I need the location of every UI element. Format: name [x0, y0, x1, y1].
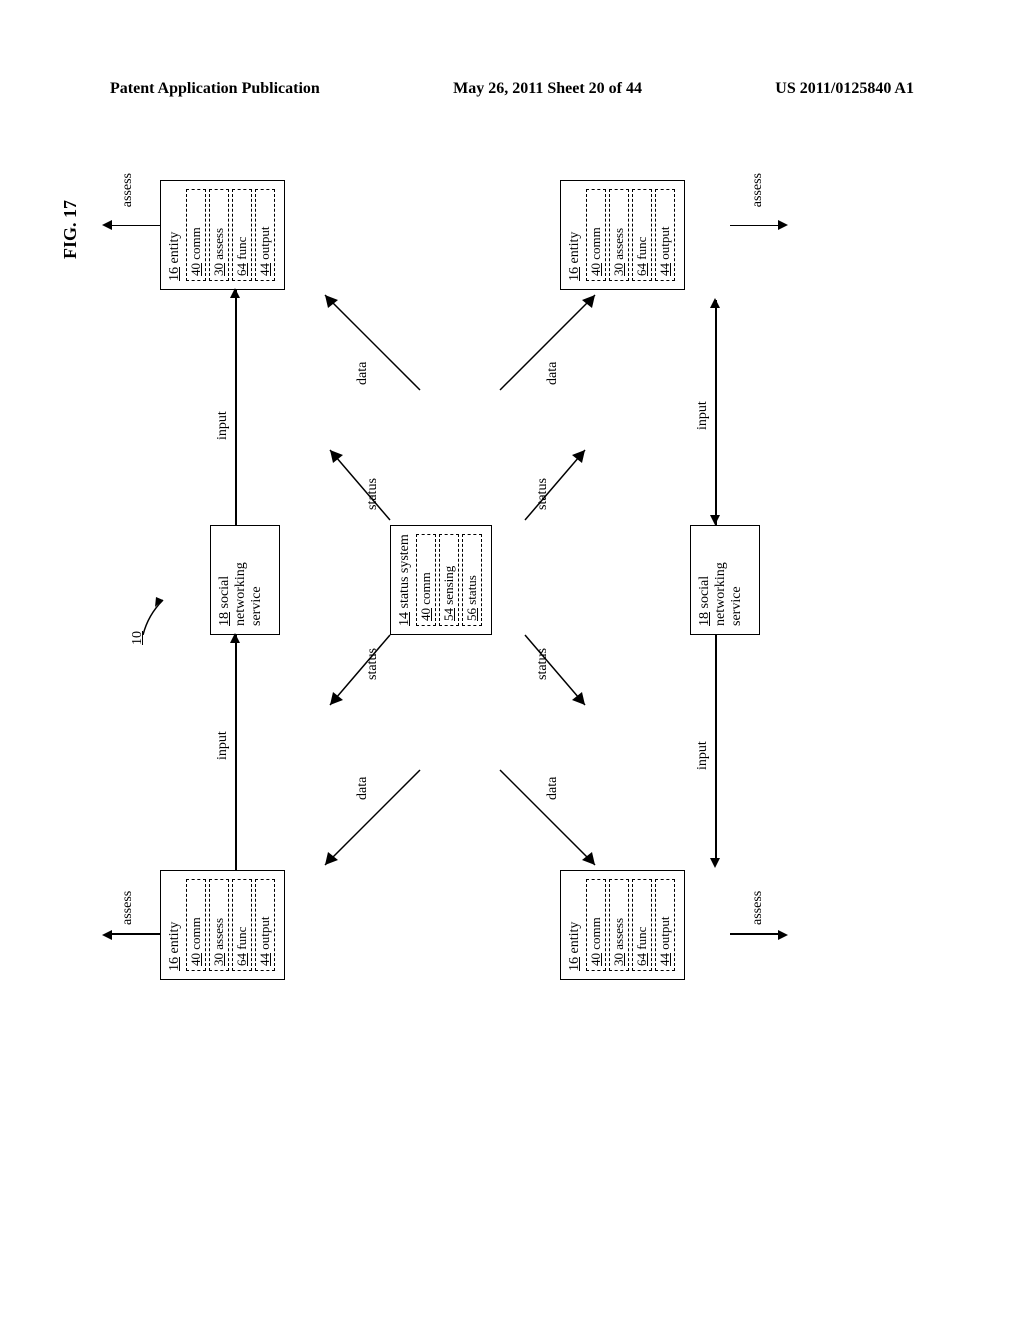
- status-arrow-ul: [315, 620, 395, 720]
- assess-label-bl: assess: [750, 891, 766, 925]
- data-arrow-tl: [310, 750, 430, 880]
- social-service-bottom: 18 social networking service: [690, 525, 760, 635]
- data-label-tl: data: [355, 777, 371, 800]
- input-label-tl: input: [215, 731, 231, 760]
- status-label-dl: status: [535, 648, 551, 680]
- entity-box-bottom-right: 16 entity 40 comm 30 assess 64 func 44 o…: [560, 180, 685, 290]
- input-label-br: input: [695, 401, 711, 430]
- assess-label-tl: assess: [120, 891, 136, 925]
- data-label-tr: data: [355, 362, 371, 385]
- status-label-ur: status: [365, 478, 381, 510]
- input-label-tr: input: [215, 411, 231, 440]
- status-arrow-dr: [520, 435, 600, 535]
- input-label-bl: input: [695, 741, 711, 770]
- data-label-br: data: [545, 362, 561, 385]
- entity-box-top-right: 16 entity 40 comm 30 assess 64 func 44 o…: [160, 180, 285, 290]
- data-arrow-br: [490, 280, 610, 410]
- header-right: US 2011/0125840 A1: [775, 80, 914, 98]
- page-header: Patent Application Publication May 26, 2…: [110, 80, 914, 98]
- status-arrow-ur: [315, 435, 395, 535]
- header-center: May 26, 2011 Sheet 20 of 44: [453, 80, 642, 98]
- social-service-top: 18 social networking service: [210, 525, 280, 635]
- figure-label: FIG. 17: [60, 200, 81, 259]
- header-left: Patent Application Publication: [110, 80, 320, 98]
- patent-diagram: FIG. 17 10 16 entity 40 comm 30 assess 6…: [90, 170, 910, 990]
- status-label-ul: status: [365, 648, 381, 680]
- assess-label-tr: assess: [120, 173, 136, 207]
- system-ref-arrow: [138, 585, 168, 635]
- status-system-box: 14 status system 40 comm 54 sensing 56 s…: [390, 525, 492, 635]
- status-arrow-dl: [520, 620, 600, 720]
- data-label-bl: data: [545, 777, 561, 800]
- entity-box-bottom-left: 16 entity 40 comm 30 assess 64 func 44 o…: [560, 870, 685, 980]
- assess-label-br: assess: [750, 173, 766, 207]
- entity-box-top-left: 16 entity 40 comm 30 assess 64 func 44 o…: [160, 870, 285, 980]
- data-arrow-tr: [310, 280, 430, 410]
- data-arrow-bl: [490, 750, 610, 880]
- status-label-dr: status: [535, 478, 551, 510]
